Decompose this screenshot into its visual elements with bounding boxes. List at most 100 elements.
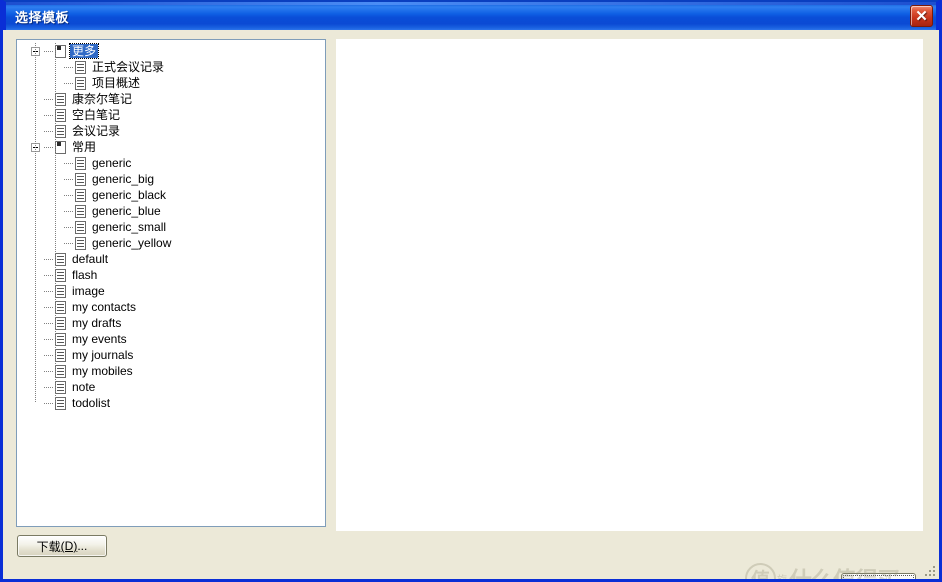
document-icon <box>55 332 66 346</box>
tree-item-generic[interactable]: generic <box>17 155 325 171</box>
tree-toggle-spacer <box>31 287 44 296</box>
download-label: 下载 <box>36 539 61 554</box>
download-accelerator: (D) <box>60 539 78 553</box>
tree-connector <box>44 370 54 372</box>
tree-item-label: 空白笔记 <box>72 108 121 122</box>
document-icon <box>55 284 66 298</box>
cancel-button[interactable]: 取消 <box>841 573 916 579</box>
tree-item-todolist[interactable]: todolist <box>17 395 325 411</box>
tree-connector <box>64 194 74 196</box>
tree-item-my-contacts[interactable]: my contacts <box>17 299 325 315</box>
tree-connector <box>44 98 54 100</box>
document-icon <box>75 188 86 202</box>
tree-item-my-mobiles[interactable]: my mobiles <box>17 363 325 379</box>
tree-connector <box>44 130 54 132</box>
tree-connector <box>44 338 54 340</box>
tree-toggle-spacer <box>31 319 44 328</box>
document-icon <box>55 316 66 330</box>
tree-item-label: default <box>72 252 109 266</box>
tree-connector <box>44 386 54 388</box>
document-icon <box>75 220 86 234</box>
tree-item-label: generic_blue <box>92 204 161 218</box>
tree-item-label: note <box>72 380 96 394</box>
tree-connector <box>64 242 74 244</box>
tree-item-generic-small[interactable]: generic_small <box>17 219 325 235</box>
document-icon <box>55 364 66 378</box>
resize-grip[interactable] <box>923 564 935 576</box>
tree-item-note[interactable]: note <box>17 379 325 395</box>
tree-item-more[interactable]: 更多 <box>17 43 325 59</box>
dialog-body: 更多 正式会议记录 项目概述 康奈尔笔记 空白笔记 会议记录 常用 generic generi… <box>3 30 939 579</box>
tree-toggle-spacer <box>51 207 64 216</box>
tree-item-generic-big[interactable]: generic_big <box>17 171 325 187</box>
tree-toggle-spacer <box>51 159 64 168</box>
close-icon[interactable]: ✕ <box>910 5 933 27</box>
tree-toggle-spacer <box>31 127 44 136</box>
watermark-small-text: 旋 <box>777 574 787 582</box>
select-template-dialog: 选择模板 ✕ 更多 正式会议记录 项目概述 康奈尔笔记 空白笔记 会议记录 常用 generi… <box>0 0 942 582</box>
tree-item-cornell-notes[interactable]: 康奈尔笔记 <box>17 91 325 107</box>
document-icon <box>55 124 66 138</box>
tree-item-label: generic_black <box>92 188 167 202</box>
tree-item-image[interactable]: image <box>17 283 325 299</box>
tree-item-label: my drafts <box>72 316 122 330</box>
tree-item-common[interactable]: 常用 <box>17 139 325 155</box>
tree-connector <box>64 82 74 84</box>
document-icon <box>75 236 86 250</box>
document-icon <box>75 172 86 186</box>
tree-connector <box>64 226 74 228</box>
tree-connector <box>44 402 54 404</box>
tree-item-generic-yellow[interactable]: generic_yellow <box>17 235 325 251</box>
tree-item-generic-black[interactable]: generic_black <box>17 187 325 203</box>
document-icon <box>55 268 66 282</box>
tree-item-flash[interactable]: flash <box>17 267 325 283</box>
tree-item-my-drafts[interactable]: my drafts <box>17 315 325 331</box>
tree-item-generic-blue[interactable]: generic_blue <box>17 203 325 219</box>
tree-item-label: 常用 <box>72 140 97 154</box>
download-suffix: ... <box>77 539 88 553</box>
tree-item-blank-notes[interactable]: 空白笔记 <box>17 107 325 123</box>
tree-toggle-spacer <box>31 271 44 280</box>
tree-toggle-spacer <box>31 95 44 104</box>
tree-item-meeting-minutes[interactable]: 会议记录 <box>17 123 325 139</box>
template-tree-panel[interactable]: 更多 正式会议记录 项目概述 康奈尔笔记 空白笔记 会议记录 常用 generic generi… <box>16 39 326 527</box>
tree-connector <box>44 258 54 260</box>
tree-toggle-spacer <box>31 335 44 344</box>
tree-item-project-outline[interactable]: 项目概述 <box>17 75 325 91</box>
tree-toggle-spacer <box>31 399 44 408</box>
tree-connector <box>44 146 54 148</box>
tree-item-my-journals[interactable]: my journals <box>17 347 325 363</box>
tree-connector <box>44 274 54 276</box>
tree-item-my-events[interactable]: my events <box>17 331 325 347</box>
tree-connector <box>64 162 74 164</box>
template-tree[interactable]: 更多 正式会议记录 项目概述 康奈尔笔记 空白笔记 会议记录 常用 generic generi… <box>17 40 325 411</box>
tree-connector <box>64 178 74 180</box>
tree-item-default[interactable]: default <box>17 251 325 267</box>
tree-item-formal-minutes[interactable]: 正式会议记录 <box>17 59 325 75</box>
download-button[interactable]: 下载 (D)... <box>17 535 107 557</box>
tree-connector <box>64 210 74 212</box>
tree-item-label: 正式会议记录 <box>92 60 165 74</box>
template-preview-panel <box>336 39 923 531</box>
document-icon <box>75 60 86 74</box>
tree-item-label: generic_yellow <box>92 236 172 250</box>
tree-item-label: my mobiles <box>72 364 133 378</box>
watermark-logo-icon: 值 <box>745 562 776 579</box>
tree-toggle-spacer <box>31 383 44 392</box>
